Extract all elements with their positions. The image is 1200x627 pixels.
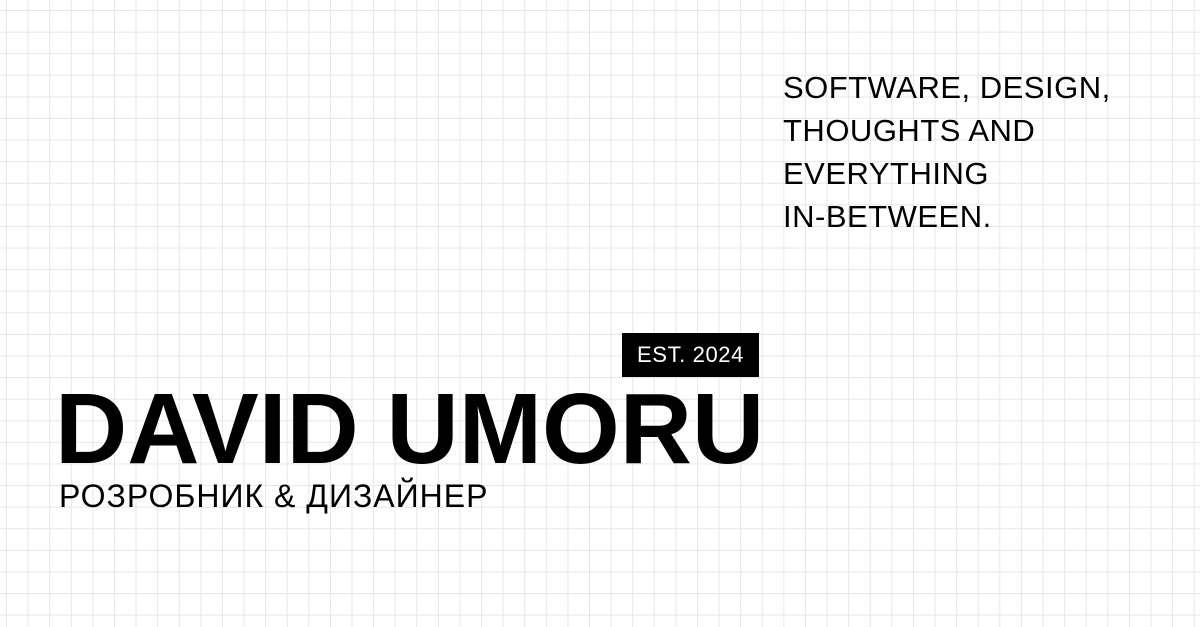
tagline: SOFTWARE, DESIGN, THOUGHTS AND EVERYTHIN…	[783, 66, 1111, 238]
established-badge: EST. 2024	[622, 333, 759, 377]
tagline-line: EVERYTHING	[783, 156, 989, 191]
page-title: DAVID UMORU	[55, 373, 765, 485]
tagline-line: SOFTWARE, DESIGN,	[783, 70, 1111, 105]
tagline-line: IN-BETWEEN.	[783, 199, 992, 234]
subtitle-role: РОЗРОБНИК & ДИЗАЙНЕР	[59, 478, 489, 514]
tagline-line: THOUGHTS AND	[783, 113, 1036, 148]
